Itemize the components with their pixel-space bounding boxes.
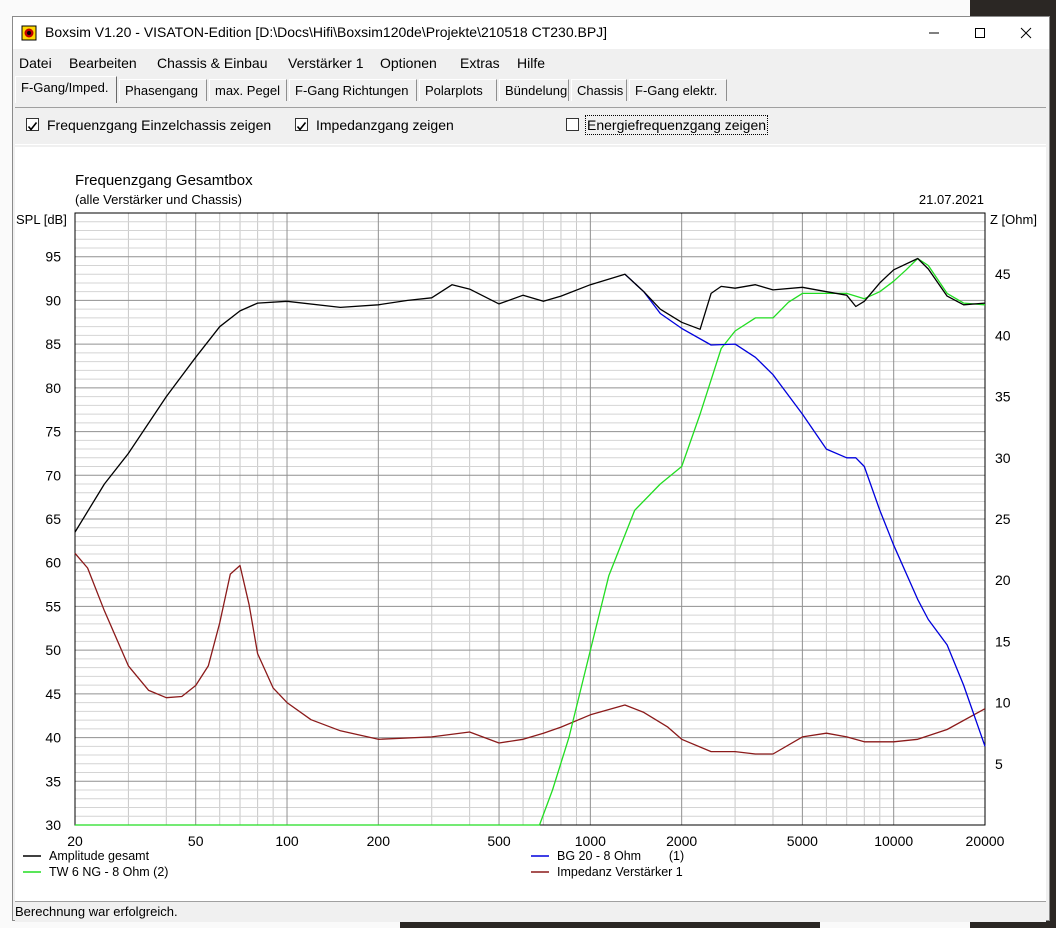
y2-tick-label: 20 [995,572,1011,588]
chart-subtitle: (alle Verstärker und Chassis) [75,192,242,207]
close-button[interactable] [1003,17,1049,49]
y-tick-label: 30 [45,817,61,833]
y-tick-label: 80 [45,380,61,396]
y-tick-label: 75 [45,424,61,440]
x-tick-label: 100 [275,833,299,849]
y-tick-label: 35 [45,773,61,789]
x-tick-label: 20000 [966,833,1005,849]
y2-axis-label: Z [Ohm] [990,212,1037,227]
maximize-icon [975,28,985,38]
y-tick-label: 50 [45,642,61,658]
y2-tick-label: 5 [995,756,1003,772]
y-tick-label: 40 [45,730,61,746]
y-tick-label: 60 [45,555,61,571]
label-energiefrequenzgang[interactable]: Energiefrequenzgang zeigen [584,115,769,135]
menu-optionen[interactable]: Optionen [380,55,437,71]
maximize-button[interactable] [957,17,1003,49]
tab-buendelung[interactable]: Bündelung [499,79,569,101]
frequency-response-chart: 20 50 100 200 500 1000 2000 5000 10000 20000 95 90 8… [16,172,1037,879]
x-tick-label: 20 [67,833,83,849]
y-axis-label: SPL [dB] [16,212,67,227]
checkbox-energiefrequenzgang[interactable] [566,118,579,131]
checkbox-einzelchassis[interactable] [26,118,39,131]
tab-phasengang[interactable]: Phasengang [119,79,207,101]
menu-extras[interactable]: Extras [460,55,500,71]
major-grid [74,212,986,826]
y2-tick-label: 45 [995,266,1011,282]
x-tick-label: 2000 [666,833,697,849]
tab-polarplots[interactable]: Polarplots [419,79,497,101]
close-icon [1020,27,1032,39]
menu-datei[interactable]: Datei [19,55,52,71]
menu-bearbeiten[interactable]: Bearbeiten [69,55,137,71]
axis-labels: 20 50 100 200 500 1000 2000 5000 10000 20000 95 90 8… [45,249,1010,849]
minimize-icon [929,32,939,34]
app-icon[interactable] [21,25,37,41]
chart-date: 21.07.2021 [919,192,984,207]
x-tick-label: 50 [188,833,204,849]
tab-f-gang-elektr[interactable]: F-Gang elektr. [629,79,727,101]
checkbox-impedanzgang[interactable] [295,118,308,131]
series-line-impedance [74,552,986,755]
label-einzelchassis[interactable]: Frequenzgang Einzelchassis zeigen [47,117,271,133]
menu-verstaerker[interactable]: Verstärker 1 [288,55,363,71]
y-tick-label: 95 [45,249,61,265]
y-tick-label: 85 [45,336,61,352]
y2-tick-label: 30 [995,450,1011,466]
y-tick-label: 55 [45,598,61,614]
minimize-button[interactable] [911,17,957,49]
status-bar: Berechnung war erfolgreich. [15,901,1046,922]
legend-label-amplitude: Amplitude gesamt [49,849,150,863]
checkmark-icon [296,122,307,131]
y-tick-label: 45 [45,686,61,702]
x-tick-label: 10000 [874,833,913,849]
legend-label-impedance: Impedanz Verstärker 1 [557,865,683,879]
label-impedanzgang[interactable]: Impedanzgang zeigen [316,117,454,133]
legend: Amplitude gesamt TW 6 NG - 8 Ohm (2) BG 20… [23,849,684,879]
series-line-tw6 [75,257,986,826]
x-tick-label: 200 [367,833,391,849]
series-line-amplitude [74,257,986,533]
chart-title: Frequenzgang Gesamtbox [75,172,253,189]
menu-chassis-einbau[interactable]: Chassis & Einbau [157,55,268,71]
x-tick-label: 500 [487,833,511,849]
window-title: Boxsim V1.20 - VISATON-Edition [D:\Docs\… [45,24,608,40]
y2-tick-label: 25 [995,511,1011,527]
checkmark-icon [27,122,38,131]
tab-chassis[interactable]: Chassis [571,79,627,101]
legend-label-tw6: TW 6 NG - 8 Ohm (2) [49,865,168,879]
chart-pane: 20 50 100 200 500 1000 2000 5000 10000 20000 95 90 8… [15,147,1046,901]
status-text: Berechnung war erfolgreich. [15,904,178,919]
tab-max-pegel[interactable]: max. Pegel [209,79,287,101]
menu-hilfe[interactable]: Hilfe [517,55,545,71]
legend-label-bg20: BG 20 - 8 Ohm (1) [557,849,684,863]
title-bar[interactable]: Boxsim V1.20 - VISATON-Edition [D:\Docs\… [13,17,1049,49]
y-tick-label: 90 [45,292,61,308]
y2-tick-label: 10 [995,695,1011,711]
x-tick-label: 1000 [575,833,606,849]
x-tick-label: 5000 [787,833,818,849]
y-tick-label: 70 [45,467,61,483]
y-tick-label: 65 [45,511,61,527]
series-layer [74,257,986,826]
tab-f-gang-imped[interactable]: F-Gang/Imped. [15,76,117,103]
y2-tick-label: 35 [995,389,1011,405]
tab-f-gang-richtungen[interactable]: F-Gang Richtungen [289,79,417,101]
y2-tick-label: 40 [995,327,1011,343]
y2-tick-label: 15 [995,633,1011,649]
boxsim-window: Boxsim V1.20 - VISATON-Edition [D:\Docs\… [12,16,1050,922]
